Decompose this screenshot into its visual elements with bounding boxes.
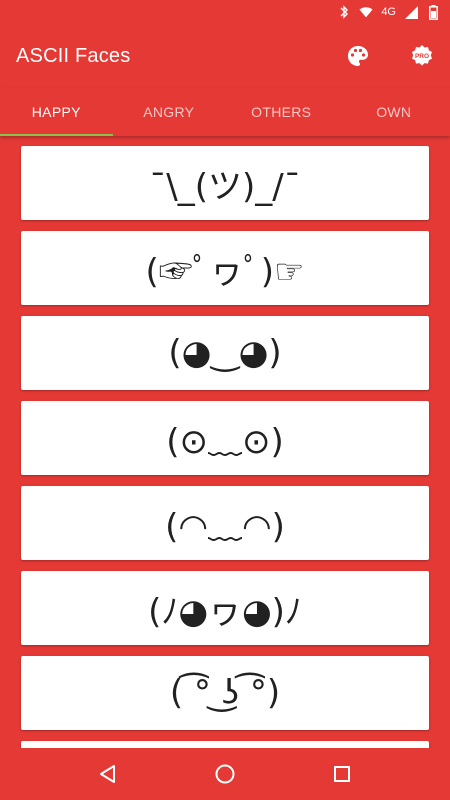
pro-badge-icon[interactable]: PRO bbox=[410, 44, 434, 68]
app-bar: ASCII Faces PRO bbox=[0, 24, 450, 88]
face-card[interactable]: (⊙﹏⊙) bbox=[21, 401, 429, 475]
face-card[interactable]: (◠﹏◠) bbox=[21, 486, 429, 560]
tab-angry[interactable]: ANGRY bbox=[113, 88, 226, 136]
face-card[interactable]: (ﾉ◕ヮ◕)ﾉ bbox=[21, 571, 429, 645]
face-text: (ﾉ◕ヮ◕)ﾉ bbox=[148, 591, 302, 632]
tab-bar: HAPPY ANGRY OTHERS OWN bbox=[0, 88, 450, 136]
face-card[interactable]: ( ͡° ͜ʖ ͡°) bbox=[21, 656, 429, 730]
back-icon[interactable] bbox=[88, 754, 128, 794]
face-text: (◕‿◕) bbox=[168, 333, 282, 373]
face-card-partial[interactable] bbox=[21, 741, 429, 748]
face-text: ( ͡° ͜ʖ ͡°) bbox=[169, 673, 281, 713]
signal-icon bbox=[404, 5, 418, 19]
home-icon[interactable] bbox=[205, 754, 245, 794]
tab-others[interactable]: OTHERS bbox=[225, 88, 338, 136]
face-card[interactable]: ¯\_(ツ)_/¯ bbox=[21, 146, 429, 220]
face-card[interactable]: (☞ﾟヮﾟ)☞ bbox=[21, 231, 429, 305]
battery-icon bbox=[426, 4, 440, 20]
palette-icon[interactable] bbox=[346, 44, 370, 68]
app-title: ASCII Faces bbox=[16, 44, 131, 67]
face-text: (⊙﹏⊙) bbox=[166, 421, 284, 462]
face-text: (☞ﾟヮﾟ)☞ bbox=[145, 251, 305, 292]
navigation-bar bbox=[0, 748, 450, 800]
wifi-icon bbox=[359, 5, 373, 19]
pro-badge-label: PRO bbox=[415, 53, 429, 60]
status-bar: 4G bbox=[0, 0, 450, 24]
face-list[interactable]: ¯\_(ツ)_/¯ (☞ﾟヮﾟ)☞ (◕‿◕) (⊙﹏⊙) (◠﹏◠) (ﾉ◕ヮ… bbox=[0, 136, 450, 748]
face-card[interactable]: (◕‿◕) bbox=[21, 316, 429, 390]
face-text: (◠﹏◠) bbox=[165, 506, 285, 547]
tab-own[interactable]: OWN bbox=[338, 88, 450, 136]
face-text: ¯\_(ツ)_/¯ bbox=[149, 166, 301, 207]
bluetooth-icon bbox=[337, 5, 351, 19]
tab-happy[interactable]: HAPPY bbox=[0, 88, 113, 136]
network-type: 4G bbox=[381, 6, 396, 18]
recents-icon[interactable] bbox=[322, 754, 362, 794]
app-actions: PRO bbox=[346, 24, 434, 88]
